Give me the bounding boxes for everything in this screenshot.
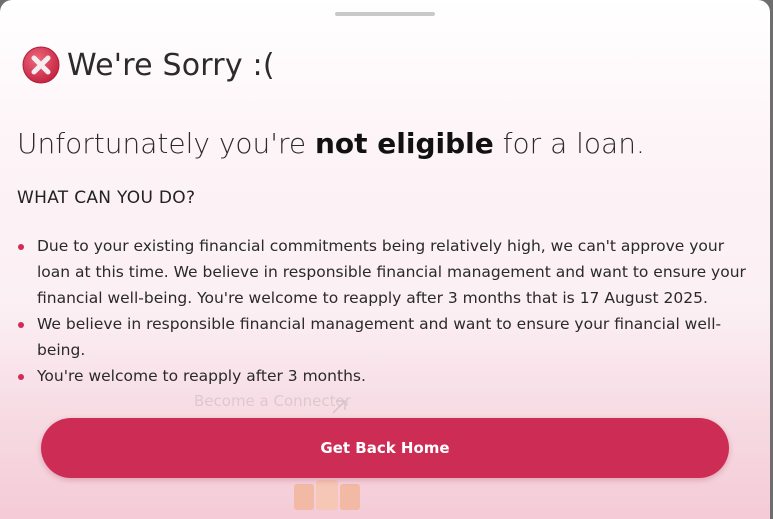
error-x-icon — [22, 46, 60, 84]
list-item: Due to your existing financial commitmen… — [18, 233, 753, 311]
eligibility-headline: Unfortunately you're not eligible for a … — [17, 127, 645, 160]
bullet-icon — [18, 374, 24, 380]
get-back-home-button[interactable]: Get Back Home — [41, 418, 729, 478]
modal-header: We're Sorry :( — [22, 46, 275, 84]
reasons-list: Due to your existing financial commitmen… — [18, 233, 753, 389]
section-heading: WHAT CAN YOU DO? — [17, 188, 196, 208]
bottom-sheet-modal: Become a Connector We're Sorry :( Unfort… — [0, 0, 770, 519]
bullet-icon — [18, 322, 24, 328]
arrow-up-right-icon — [332, 400, 346, 414]
modal-title: We're Sorry :( — [67, 47, 275, 83]
headline-emphasis: not eligible — [315, 127, 494, 160]
bullet-icon — [18, 244, 24, 250]
list-item-text: We believe in responsible financial mana… — [37, 315, 722, 359]
headline-prefix: Unfortunately you're — [17, 127, 315, 160]
drag-handle[interactable] — [335, 12, 435, 16]
list-item-text: You're welcome to reapply after 3 months… — [37, 367, 366, 385]
list-item: You're welcome to reapply after 3 months… — [18, 363, 753, 389]
headline-suffix: for a loan. — [493, 127, 645, 160]
list-item: We believe in responsible financial mana… — [18, 311, 753, 363]
background-become-connector-link: Become a Connector — [194, 392, 351, 410]
list-item-text: Due to your existing financial commitmen… — [37, 237, 746, 307]
background-illustration — [294, 480, 360, 510]
